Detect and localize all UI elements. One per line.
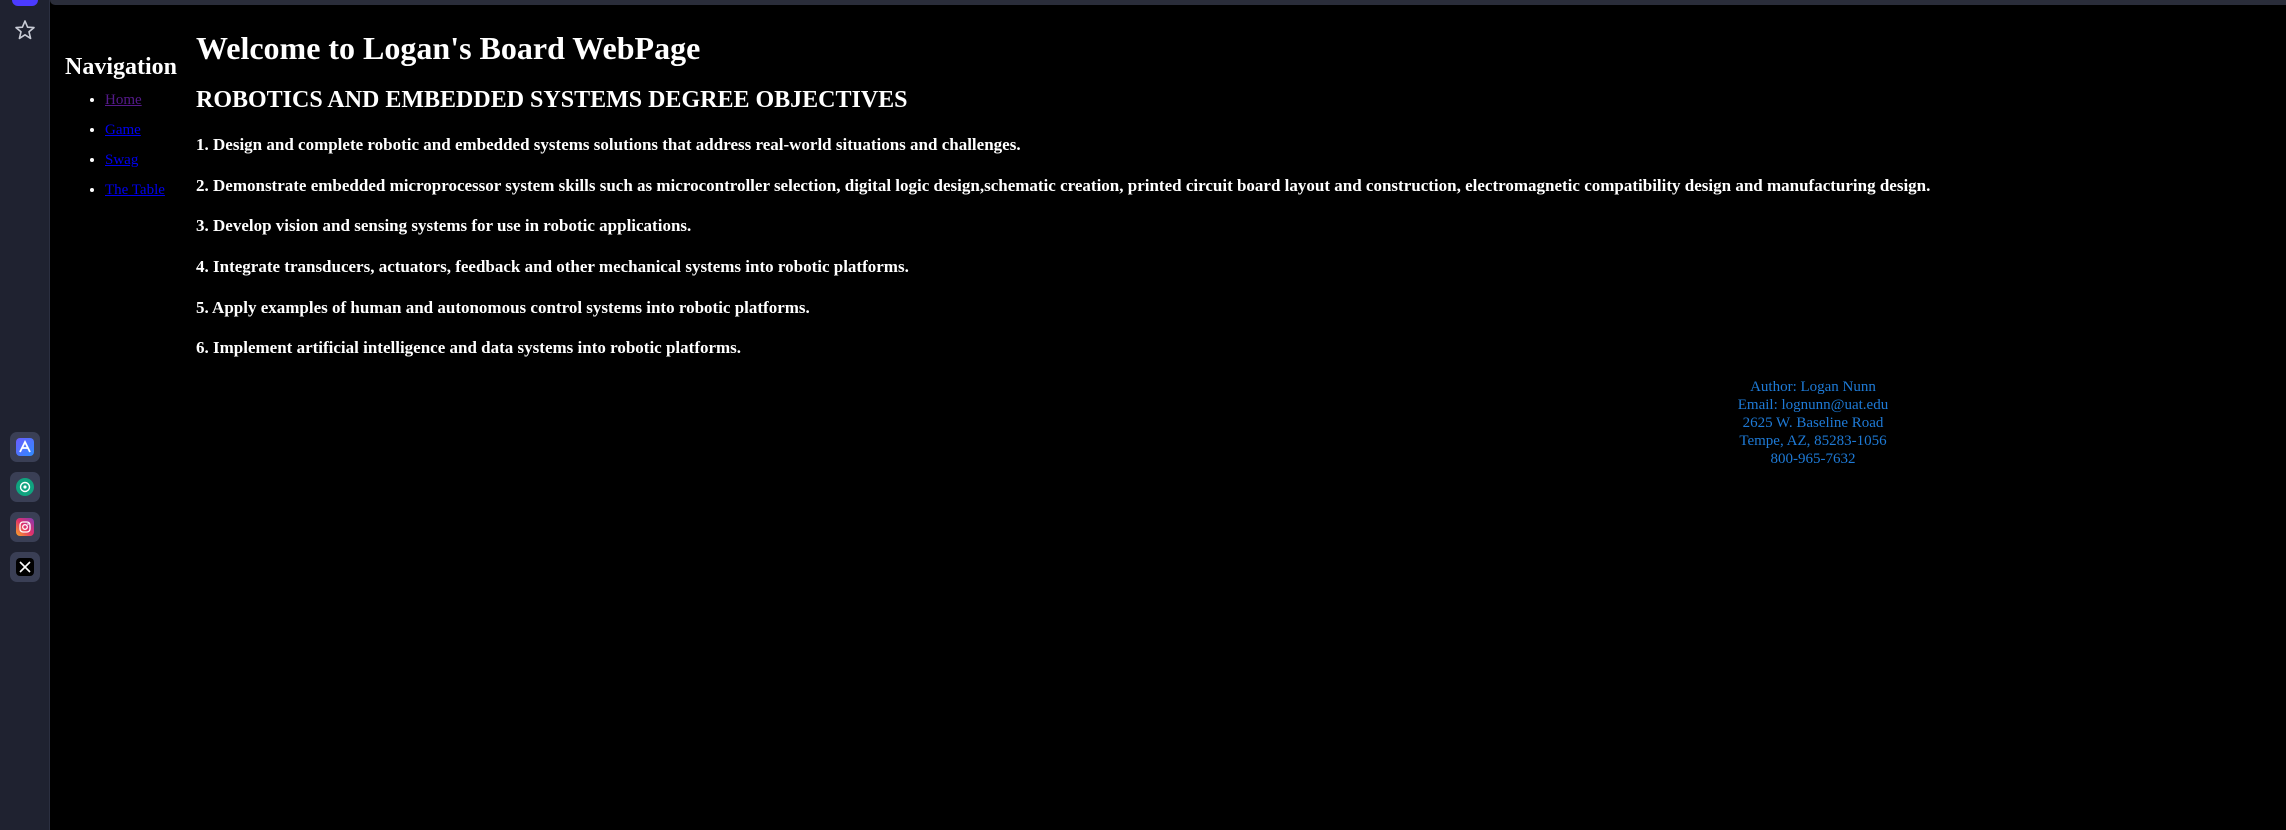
objective-1: 1. Design and complete robotic and embed… bbox=[196, 135, 1021, 154]
star-icon[interactable] bbox=[13, 18, 37, 42]
page-title: Welcome to Logan's Board WebPage bbox=[196, 30, 701, 66]
footer-street: 2625 W. Baseline Road bbox=[1742, 415, 1884, 431]
footer-email: Email: lognunn@uat.edu bbox=[1737, 397, 1889, 413]
footer-author: Author: Logan Nunn bbox=[1750, 379, 1876, 395]
navigation-panel: Navigation Home Game Swag The Table bbox=[65, 54, 195, 211]
objective-4: 4. Integrate transducers, actuators, fee… bbox=[196, 257, 909, 276]
nav-link-swag[interactable]: Swag bbox=[105, 152, 138, 168]
objective-3: 3. Develop vision and sensing systems fo… bbox=[196, 216, 692, 235]
browser-side-rail bbox=[0, 0, 50, 830]
nav-item-swag: Swag bbox=[105, 151, 195, 169]
window-top-edge bbox=[50, 0, 2286, 5]
nav-link-home[interactable]: Home bbox=[105, 92, 142, 108]
main-content: Welcome to Logan's Board WebPage ROBOTIC… bbox=[196, 28, 2276, 357]
objective-5: 5. Apply examples of human and autonomou… bbox=[196, 298, 810, 317]
openai-icon[interactable] bbox=[10, 472, 40, 502]
nav-item-game: Game bbox=[105, 121, 195, 139]
nav-item-home: Home bbox=[105, 91, 195, 109]
nav-link-the-table[interactable]: The Table bbox=[105, 182, 165, 198]
app-a-icon[interactable] bbox=[10, 432, 40, 462]
objective-2: 2. Demonstrate embedded microprocessor s… bbox=[196, 176, 1931, 195]
objective-6: 6. Implement artificial intelligence and… bbox=[196, 338, 742, 357]
navigation-list: Home Game Swag The Table bbox=[65, 91, 195, 199]
x-icon[interactable] bbox=[10, 552, 40, 582]
navigation-heading: Navigation bbox=[65, 54, 178, 80]
instagram-icon[interactable] bbox=[10, 512, 40, 542]
nav-item-the-table: The Table bbox=[105, 181, 195, 199]
contact-footer: Author: Logan Nunn Email: lognunn@uat.ed… bbox=[1600, 378, 2026, 468]
nav-link-game[interactable]: Game bbox=[105, 122, 141, 138]
footer-city: Tempe, AZ, 85283-1056 bbox=[1739, 433, 1887, 449]
footer-phone: 800-965-7632 bbox=[1770, 451, 1856, 467]
section-heading: ROBOTICS AND EMBEDDED SYSTEMS DEGREE OBJ… bbox=[196, 87, 908, 113]
rail-active-indicator bbox=[12, 0, 38, 6]
